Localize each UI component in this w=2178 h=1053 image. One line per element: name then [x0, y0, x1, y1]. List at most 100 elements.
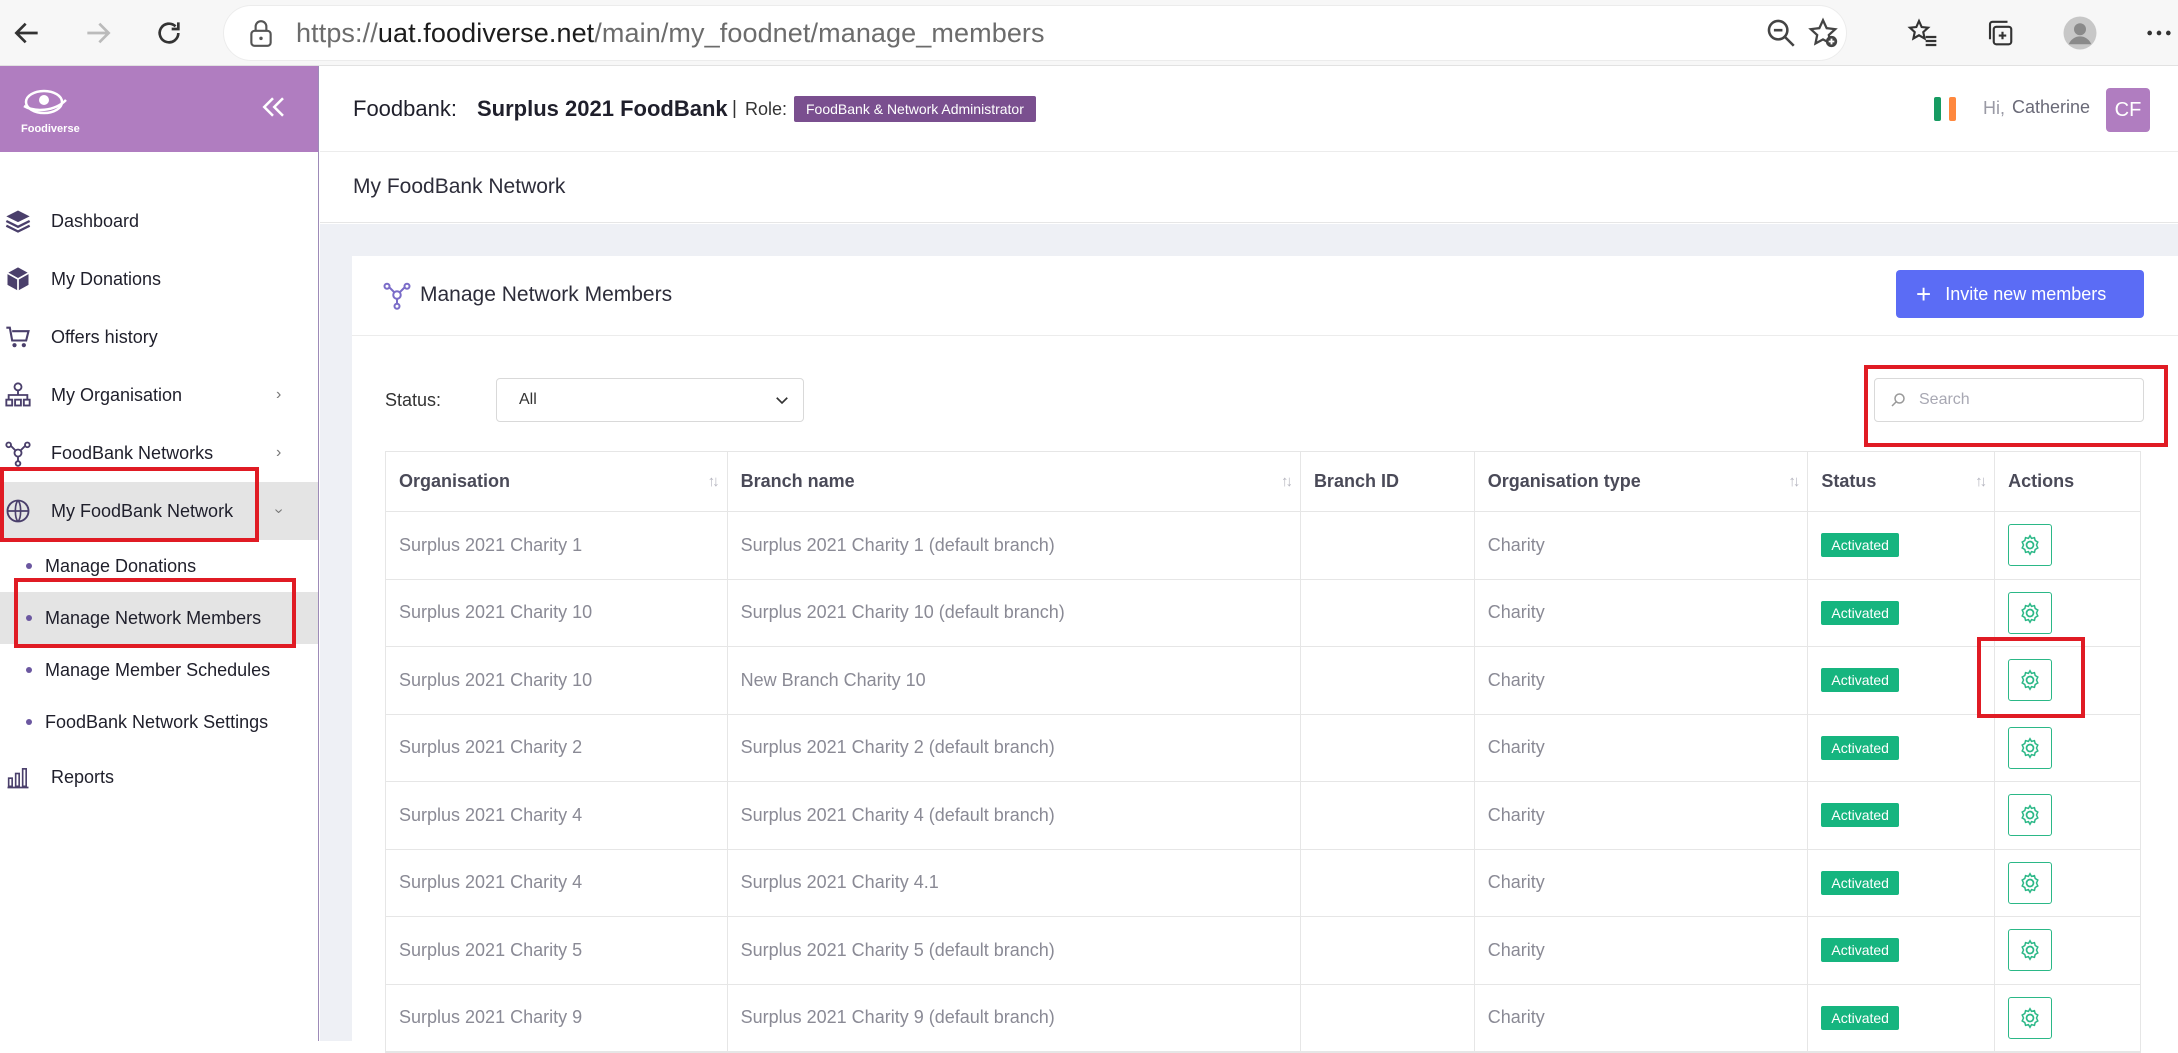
- column-header-status[interactable]: Status ↑↓: [1808, 452, 1996, 511]
- box-icon: [7, 267, 29, 291]
- back-button[interactable]: [2, 8, 52, 58]
- cell-status: Activated: [1808, 512, 1996, 579]
- sidebar-subitem-manage-network-members[interactable]: Manage Network Members: [0, 592, 318, 644]
- status-badge: Activated: [1821, 938, 1899, 963]
- members-card: Manage Network Members + Invite new memb…: [352, 256, 2178, 1053]
- table-header-row: Organisation ↑↓ Branch name ↑↓ Branch ID O…: [386, 452, 2140, 512]
- sidebar-item-foodbank-networks[interactable]: FoodBank Networks ›: [0, 424, 318, 482]
- sidebar-menu: Dashboard My Donations Offers history My…: [0, 192, 318, 806]
- gear-icon: [2017, 600, 2043, 626]
- row-settings-button[interactable]: [2008, 591, 2053, 634]
- row-settings-button[interactable]: [2008, 794, 2053, 837]
- cell-status: Activated: [1808, 782, 1996, 849]
- cell-branch-id: [1301, 714, 1475, 781]
- table-row[interactable]: Surplus 2021 Charity 1 Surplus 2021 Chari…: [386, 512, 2140, 580]
- add-favorite-icon[interactable]: [1806, 16, 1840, 50]
- cell-status: Activated: [1808, 714, 1996, 781]
- row-settings-button[interactable]: [2008, 861, 2053, 904]
- row-settings-button[interactable]: [2008, 996, 2053, 1039]
- table-row[interactable]: Surplus 2021 Charity 10 Surplus 2021 Char…: [386, 579, 2140, 647]
- cell-organisation-type: Charity: [1475, 917, 1809, 984]
- page-title: My FoodBank Network: [353, 175, 566, 198]
- sidebar-item-my-donations[interactable]: My Donations: [0, 250, 318, 308]
- bullet: [26, 563, 32, 569]
- table-row[interactable]: Surplus 2021 Charity 4 Surplus 2021 Chari…: [386, 849, 2140, 917]
- cell-organisation: Surplus 2021 Charity 2: [386, 714, 728, 781]
- bullet: [26, 719, 32, 725]
- cell-actions: [1995, 580, 2140, 647]
- svg-text:Foodiverse: Foodiverse: [21, 123, 80, 135]
- gear-icon: [2017, 1005, 2043, 1031]
- sidebar-subitem-manage-member-schedules[interactable]: Manage Member Schedules: [0, 644, 318, 696]
- gear-icon: [2017, 937, 2043, 963]
- sidebar-item-my-organisation[interactable]: My Organisation ›: [0, 366, 318, 424]
- bullet: [26, 667, 32, 673]
- sort-icon[interactable]: ↑↓: [708, 473, 720, 490]
- header: Foodbank: Surplus 2021 FoodBank | Role: …: [320, 66, 2178, 152]
- cell-status: Activated: [1808, 647, 1996, 714]
- cell-status: Activated: [1808, 917, 1996, 984]
- sidebar-item-my-foodbank-network[interactable]: My FoodBank Network ›: [0, 482, 318, 540]
- gear-icon: [2017, 870, 2043, 896]
- members-table: Organisation ↑↓ Branch name ↑↓ Branch ID O…: [385, 451, 2141, 1053]
- collections-button[interactable]: [1975, 8, 2025, 58]
- arrow-right-icon: [87, 22, 111, 43]
- search-input[interactable]: Search: [1874, 378, 2144, 422]
- cell-organisation-type: Charity: [1475, 849, 1809, 916]
- table-row[interactable]: Surplus 2021 Charity 2 Surplus 2021 Chari…: [386, 714, 2140, 782]
- row-settings-button[interactable]: [2008, 659, 2053, 702]
- zoom-out-icon[interactable]: [1764, 16, 1798, 50]
- sidebar-item-dashboard[interactable]: Dashboard: [0, 192, 318, 250]
- sort-icon[interactable]: ↑↓: [1788, 473, 1800, 490]
- cell-branch-name: Surplus 2021 Charity 5 (default branch): [728, 917, 1301, 984]
- chevron-down-icon: [776, 397, 788, 405]
- cell-actions: [1995, 985, 2140, 1052]
- collections-icon: [1988, 20, 2013, 46]
- user-name[interactable]: Catherine: [2012, 97, 2090, 118]
- sidebar-item-offers-history[interactable]: Offers history: [0, 308, 318, 366]
- table-row[interactable]: Surplus 2021 Charity 5 Surplus 2021 Chari…: [386, 917, 2140, 985]
- cell-branch-name: Surplus 2021 Charity 1 (default branch): [728, 512, 1301, 579]
- table-row[interactable]: Surplus 2021 Charity 4 Surplus 2021 Chari…: [386, 782, 2140, 850]
- column-header-organisation-type[interactable]: Organisation type ↑↓: [1475, 452, 1809, 511]
- ireland-flag-icon[interactable]: [1934, 97, 1956, 121]
- invite-new-members-button[interactable]: + Invite new members: [1896, 270, 2144, 318]
- collapse-sidebar-icon[interactable]: [258, 92, 288, 122]
- table-row[interactable]: Surplus 2021 Charity 9 Surplus 2021 Chari…: [386, 984, 2140, 1052]
- org-chart-icon: [5, 382, 31, 407]
- sidebar-subitem-foodbank-network-settings[interactable]: FoodBank Network Settings: [0, 696, 318, 748]
- sort-icon[interactable]: ↑↓: [1975, 473, 1987, 490]
- profile-button[interactable]: [2055, 8, 2105, 58]
- refresh-button[interactable]: [144, 8, 194, 58]
- cart-icon: [6, 326, 30, 348]
- globe-icon: [6, 499, 30, 523]
- sidebar-subitem-manage-donations[interactable]: Manage Donations: [0, 540, 318, 592]
- bar-chart-icon: [7, 768, 29, 789]
- separator: |: [732, 98, 737, 119]
- status-filter-value: All: [519, 391, 537, 408]
- favorites-button[interactable]: [1898, 8, 1948, 58]
- cell-branch-id: [1301, 512, 1475, 579]
- avatar[interactable]: CF: [2106, 88, 2150, 132]
- more-menu-button[interactable]: [2134, 8, 2178, 58]
- status-filter-select[interactable]: All: [496, 378, 804, 422]
- table-row[interactable]: Surplus 2021 Charity 10 New Branch Charit…: [386, 647, 2140, 715]
- row-settings-button[interactable]: [2008, 524, 2053, 567]
- plus-icon: +: [1916, 279, 1932, 309]
- foodiverse-logo[interactable]: Foodiverse: [16, 80, 86, 138]
- row-settings-button[interactable]: [2008, 929, 2053, 972]
- column-header-branch-name[interactable]: Branch name ↑↓: [728, 452, 1301, 511]
- column-header-organisation[interactable]: Organisation ↑↓: [386, 452, 728, 511]
- forward-button[interactable]: [73, 8, 123, 58]
- status-badge: Activated: [1821, 533, 1899, 558]
- cell-branch-name: New Branch Charity 10: [728, 647, 1301, 714]
- status-badge: Activated: [1821, 600, 1899, 625]
- sidebar-item-label: Reports: [51, 766, 115, 787]
- row-settings-button[interactable]: [2008, 726, 2053, 769]
- sort-icon[interactable]: ↑↓: [1281, 473, 1293, 490]
- address-bar[interactable]: https://uat.foodiverse.net/main/my_foodn…: [224, 6, 1846, 60]
- search-icon: [1891, 393, 1905, 407]
- sidebar-item-reports[interactable]: Reports: [0, 748, 318, 806]
- cell-branch-id: [1301, 917, 1475, 984]
- network-members-icon: [383, 282, 411, 310]
